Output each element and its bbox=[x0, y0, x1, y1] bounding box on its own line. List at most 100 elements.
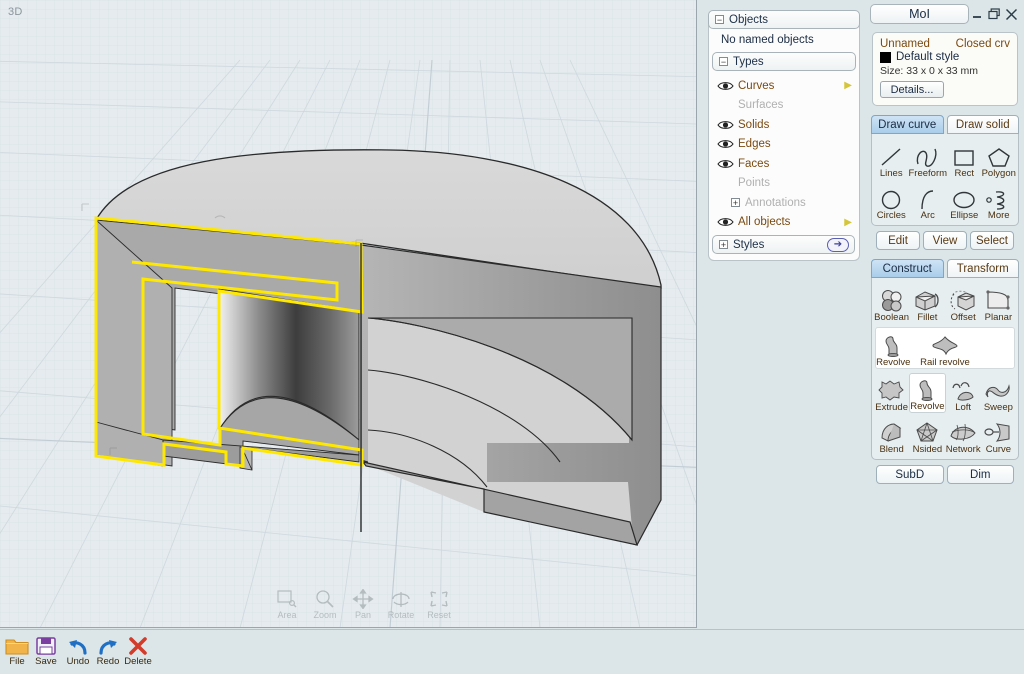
eye-icon[interactable] bbox=[717, 216, 734, 228]
tool-ellipse[interactable]: Ellipse bbox=[947, 181, 981, 221]
close-button[interactable] bbox=[1003, 5, 1020, 23]
arrow-right-icon[interactable]: ➔ bbox=[827, 238, 849, 252]
flyout-rail-revolve[interactable]: Rail revolve bbox=[910, 328, 979, 368]
objects-section-header[interactable]: − Objects bbox=[708, 10, 860, 29]
style-color-swatch[interactable] bbox=[880, 51, 891, 63]
view-button[interactable]: View bbox=[923, 231, 967, 250]
loft-icon bbox=[949, 377, 977, 402]
tool-rect[interactable]: Rect bbox=[947, 139, 981, 179]
tool-revolve[interactable]: Revolve bbox=[909, 373, 946, 413]
collapse-objects-icon[interactable]: − bbox=[715, 15, 724, 25]
tool-fillet[interactable]: Fillet bbox=[909, 283, 945, 323]
tool-circles[interactable]: Circles bbox=[874, 181, 908, 221]
flyout-revolve[interactable]: Revolve bbox=[876, 328, 910, 368]
type-row-faces[interactable]: Faces bbox=[709, 154, 859, 174]
edit-button[interactable]: Edit bbox=[876, 231, 920, 250]
details-button[interactable]: Details... bbox=[880, 81, 944, 98]
types-section-header[interactable]: − Types bbox=[712, 52, 856, 71]
save-label: Save bbox=[35, 656, 57, 667]
type-row-annotations[interactable]: + Annotations bbox=[709, 193, 859, 213]
right-side-panel: MoI Unnamed Closed crv Default style Siz… bbox=[866, 0, 1024, 674]
tool-lines[interactable]: Lines bbox=[874, 139, 908, 179]
nav-zoom-label: Zoom bbox=[313, 610, 337, 620]
floppy-disk-icon bbox=[31, 634, 61, 657]
type-row-solids[interactable]: Solids bbox=[709, 115, 859, 135]
objects-section-body: No named objects − Types Curves ▶ Surfac… bbox=[708, 25, 860, 261]
tool-label-circles: Circles bbox=[876, 210, 906, 221]
tool-blend[interactable]: Blend bbox=[874, 415, 909, 455]
tool-nsided[interactable]: Nsided bbox=[909, 415, 945, 455]
blend-icon bbox=[878, 419, 906, 444]
nav-rotate[interactable]: Rotate bbox=[386, 586, 416, 620]
undo-button[interactable]: Undo bbox=[63, 634, 93, 667]
type-row-all-objects[interactable]: All objects ▶ bbox=[709, 213, 859, 233]
nav-area[interactable]: Area bbox=[272, 586, 302, 620]
collapse-types-icon[interactable]: − bbox=[719, 57, 728, 67]
file-button[interactable]: File bbox=[2, 634, 32, 667]
select-button[interactable]: Select bbox=[970, 231, 1014, 250]
selection-info-box: Unnamed Closed crv Default style Size: 3… bbox=[872, 32, 1018, 106]
tool-label-lines: Lines bbox=[879, 168, 903, 179]
tab-transform[interactable]: Transform bbox=[946, 259, 1019, 278]
redo-button[interactable]: Redo bbox=[93, 634, 123, 667]
eye-icon[interactable] bbox=[717, 138, 734, 150]
tool-label-freeform: Freeform bbox=[908, 168, 948, 179]
tool-extrude[interactable]: Extrude bbox=[874, 373, 909, 413]
object-style-row[interactable]: Default style bbox=[880, 51, 1010, 63]
styles-header-label: Styles bbox=[733, 238, 765, 251]
tool-sweep[interactable]: Sweep bbox=[981, 373, 1016, 413]
draw-tab-row: Draw curve Draw solid bbox=[871, 115, 1019, 134]
planar-icon bbox=[984, 287, 1012, 312]
tab-draw-solid[interactable]: Draw solid bbox=[946, 115, 1019, 134]
chevron-right-icon[interactable]: ▶ bbox=[844, 217, 852, 228]
tool-label-planar: Planar bbox=[984, 312, 1013, 323]
styles-section-header[interactable]: + Styles ➔ bbox=[712, 235, 855, 254]
tool-more[interactable]: More bbox=[982, 181, 1016, 221]
types-header-label: Types bbox=[733, 55, 764, 68]
tool-curve-from-surface[interactable]: Curve bbox=[981, 415, 1016, 455]
nav-pan[interactable]: Pan bbox=[348, 586, 378, 620]
save-button[interactable]: Save bbox=[31, 634, 61, 667]
tool-loft[interactable]: Loft bbox=[946, 373, 981, 413]
tab-construct[interactable]: Construct bbox=[871, 259, 944, 278]
nav-zoom[interactable]: Zoom bbox=[310, 586, 340, 620]
eye-icon[interactable] bbox=[717, 158, 734, 170]
tool-label-revolve: Revolve bbox=[910, 401, 945, 412]
tab-draw-curve[interactable]: Draw curve bbox=[871, 115, 944, 134]
tool-label-blend: Blend bbox=[879, 444, 904, 455]
eye-icon[interactable] bbox=[717, 119, 734, 131]
tool-label-extrude: Extrude bbox=[875, 402, 908, 413]
delete-button[interactable]: Delete bbox=[123, 634, 153, 667]
type-row-edges[interactable]: Edges bbox=[709, 135, 859, 155]
type-row-points[interactable]: Points bbox=[709, 174, 859, 194]
subd-button[interactable]: SubD bbox=[876, 465, 944, 484]
chevron-right-icon[interactable]: ▶ bbox=[844, 80, 852, 91]
tool-label-nsided: Nsided bbox=[912, 444, 943, 455]
3d-model-geometry[interactable] bbox=[0, 0, 697, 628]
3d-viewport[interactable]: 3D Area Zoom Pan Rotate Reset bbox=[0, 0, 697, 628]
zoom-icon bbox=[310, 586, 340, 612]
type-label-faces: Faces bbox=[738, 157, 770, 170]
type-row-surfaces[interactable]: Surfaces bbox=[709, 96, 859, 116]
type-row-curves[interactable]: Curves ▶ bbox=[709, 76, 859, 96]
tool-freeform[interactable]: Freeform bbox=[908, 139, 947, 179]
tool-label-boolean: Boolean bbox=[874, 312, 910, 323]
object-name: Unnamed bbox=[880, 38, 930, 50]
type-label-all-objects: All objects bbox=[738, 216, 791, 229]
tool-planar[interactable]: Planar bbox=[981, 283, 1016, 323]
tool-offset[interactable]: Offset bbox=[946, 283, 981, 323]
tool-network[interactable]: Network bbox=[946, 415, 981, 455]
tool-polygon[interactable]: Polygon bbox=[982, 139, 1016, 179]
minimize-button[interactable] bbox=[969, 5, 986, 23]
expand-styles-icon[interactable]: + bbox=[719, 240, 728, 250]
expand-annotations-icon[interactable]: + bbox=[731, 198, 740, 208]
tool-arc[interactable]: Arc bbox=[908, 181, 947, 221]
restore-button[interactable] bbox=[986, 5, 1003, 23]
tool-boolean[interactable]: Boolean bbox=[874, 283, 909, 323]
construct-tab-row: Construct Transform bbox=[871, 259, 1019, 278]
dim-button[interactable]: Dim bbox=[946, 465, 1014, 484]
rotate-icon bbox=[386, 586, 416, 612]
nav-reset[interactable]: Reset bbox=[424, 586, 454, 620]
eye-icon[interactable] bbox=[717, 80, 734, 92]
viewport-nav-controls[interactable]: Area Zoom Pan Rotate Reset bbox=[272, 586, 454, 620]
